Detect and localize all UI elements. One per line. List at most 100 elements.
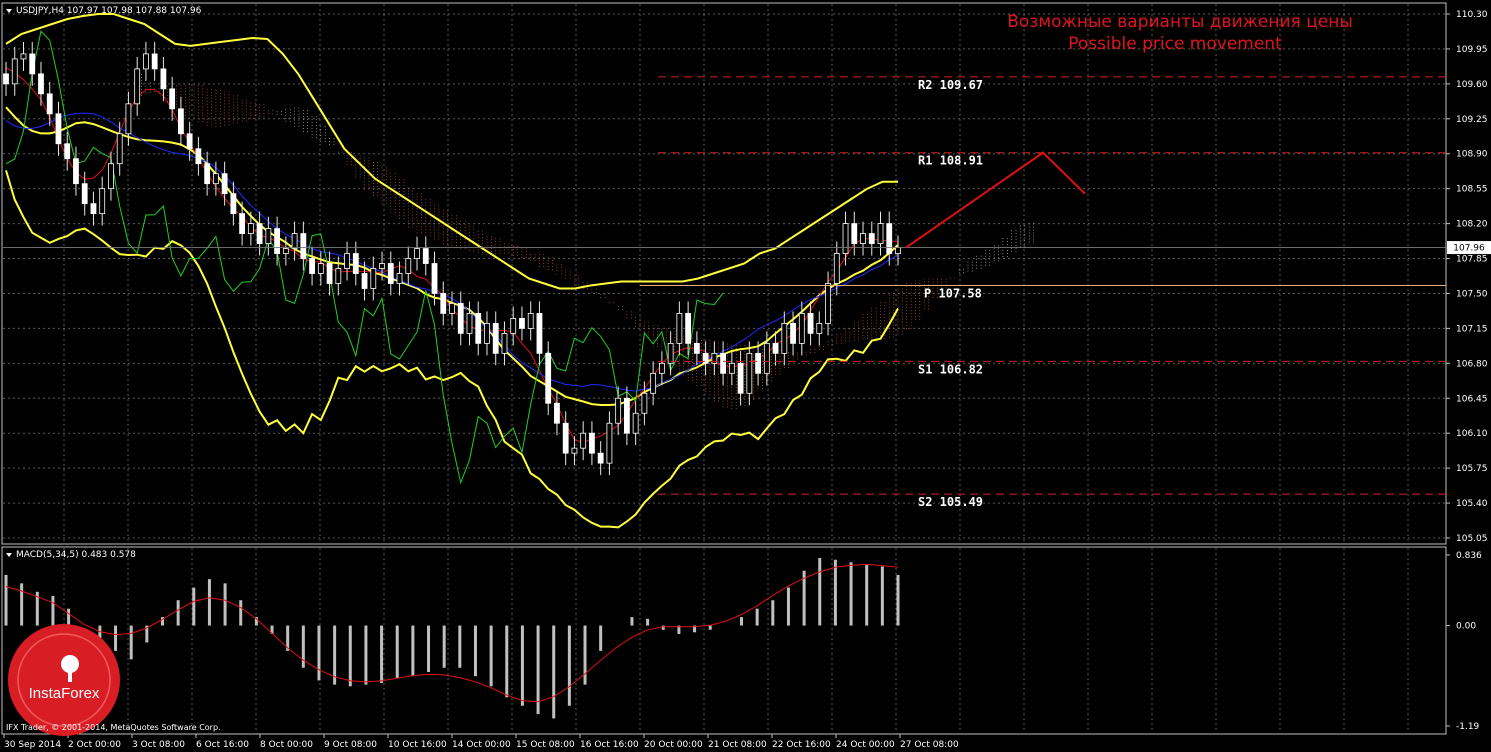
candle-body xyxy=(781,323,788,354)
x-tick-label: 8 Oct 00:00 xyxy=(260,740,313,750)
x-tick-label: 15 Oct 08:00 xyxy=(516,740,575,750)
candle-body xyxy=(134,68,141,105)
y-tick-label: 107.15 xyxy=(1456,324,1488,334)
candle-body xyxy=(763,342,770,374)
candle-body xyxy=(38,73,44,95)
candle-body xyxy=(212,173,219,185)
y-tick-label: 110.30 xyxy=(1456,10,1488,20)
macd-y-tick-label: 0.00 xyxy=(1456,622,1476,632)
candle-body xyxy=(641,392,648,414)
candle-body xyxy=(658,362,665,374)
candle-body xyxy=(230,193,237,215)
macd-header: MACD(5,34,5) 0.483 0.578 xyxy=(16,550,136,560)
y-tick-label: 109.95 xyxy=(1456,45,1488,55)
symbol-header: USDJPY,H4 107.97 107.98 107.88 107.96 xyxy=(16,6,202,16)
candle-body xyxy=(178,108,184,135)
logo-text: InstaForex xyxy=(29,685,100,702)
candle-body xyxy=(46,93,53,115)
candle-body xyxy=(379,263,385,269)
candle-body xyxy=(597,452,604,464)
pivot-label-s2: S2 105.49 xyxy=(918,495,983,509)
pivot-label-s1: S1 106.82 xyxy=(918,362,983,376)
candle-body xyxy=(755,352,761,374)
candle-body xyxy=(536,313,543,354)
candle-body xyxy=(527,313,534,329)
y-tick-label: 108.90 xyxy=(1456,150,1488,160)
candle-body xyxy=(64,143,71,160)
candle-body xyxy=(685,313,692,344)
candle-body xyxy=(29,53,36,75)
x-tick-label: 9 Oct 08:00 xyxy=(324,740,377,750)
x-tick-label: 16 Oct 16:00 xyxy=(580,740,639,750)
candle-body xyxy=(510,318,517,334)
candle-body xyxy=(877,223,884,244)
x-tick-label: 22 Oct 16:00 xyxy=(772,740,831,750)
candle-body xyxy=(422,248,429,264)
candle-body xyxy=(554,402,560,424)
candle-body xyxy=(772,342,779,354)
macd-y-tick-label: -1.19 xyxy=(1456,722,1480,732)
instaforex-logo: InstaForex xyxy=(8,624,120,736)
candle-body xyxy=(99,188,106,215)
current-price-label: 107.96 xyxy=(1453,244,1485,254)
candle-body xyxy=(650,372,657,394)
x-tick-label: 10 Oct 16:00 xyxy=(388,740,447,750)
candle-body xyxy=(309,258,315,274)
candle-body xyxy=(265,228,272,244)
candle-body xyxy=(81,183,88,205)
candle-body xyxy=(737,362,744,394)
x-tick-label: 6 Oct 16:00 xyxy=(196,740,249,750)
candle-body xyxy=(151,53,158,70)
candle-body xyxy=(11,58,18,85)
candle-body xyxy=(693,342,700,354)
candle-body xyxy=(860,233,866,244)
candle-body xyxy=(125,103,132,135)
candle-body xyxy=(108,163,114,190)
candle-body xyxy=(73,158,79,185)
candle-body xyxy=(90,203,97,215)
candle-body xyxy=(589,432,595,454)
candle-body xyxy=(344,253,350,269)
candle-body xyxy=(833,253,840,284)
candle-body xyxy=(895,247,901,254)
candle-body xyxy=(825,283,831,324)
candle-body xyxy=(256,223,263,244)
candle-body xyxy=(387,263,394,284)
y-tick-label: 106.10 xyxy=(1456,429,1488,439)
x-tick-label: 20 Oct 00:00 xyxy=(644,740,703,750)
candle-body xyxy=(676,313,683,344)
y-tick-label: 108.55 xyxy=(1456,185,1488,195)
candle-body xyxy=(492,323,499,354)
candle-body xyxy=(55,113,62,145)
candle-body xyxy=(361,273,368,289)
logo-badge xyxy=(8,624,120,736)
x-tick-label: 27 Oct 08:00 xyxy=(900,740,959,750)
candle-body xyxy=(274,228,280,254)
candle-body xyxy=(221,173,228,195)
candle-body xyxy=(204,163,211,185)
pivot-label-r2: R2 109.67 xyxy=(918,78,983,92)
y-tick-label: 106.80 xyxy=(1456,359,1488,369)
y-tick-label: 105.40 xyxy=(1456,499,1488,509)
candle-body xyxy=(440,293,447,314)
candle-body xyxy=(842,223,849,254)
candle-body xyxy=(571,447,578,454)
candle-body xyxy=(475,313,482,344)
candle-body xyxy=(720,352,726,374)
candle-body xyxy=(143,53,149,70)
candle-body xyxy=(798,313,805,344)
candle-body xyxy=(239,213,246,234)
y-tick-label: 107.85 xyxy=(1456,255,1488,265)
candle-body xyxy=(3,73,9,85)
candle-body xyxy=(545,352,552,404)
annotation-ru: Возможные варианты движения цены xyxy=(1007,12,1353,32)
candle-body xyxy=(466,313,473,334)
candle-body xyxy=(370,268,377,289)
y-tick-label: 106.45 xyxy=(1456,394,1488,404)
y-tick-label: 105.05 xyxy=(1456,534,1488,544)
x-tick-label: 14 Oct 00:00 xyxy=(452,740,511,750)
candle-body xyxy=(431,263,438,294)
candle-body xyxy=(615,397,622,424)
y-tick-label: 105.75 xyxy=(1456,464,1488,474)
candle-body xyxy=(807,313,814,334)
